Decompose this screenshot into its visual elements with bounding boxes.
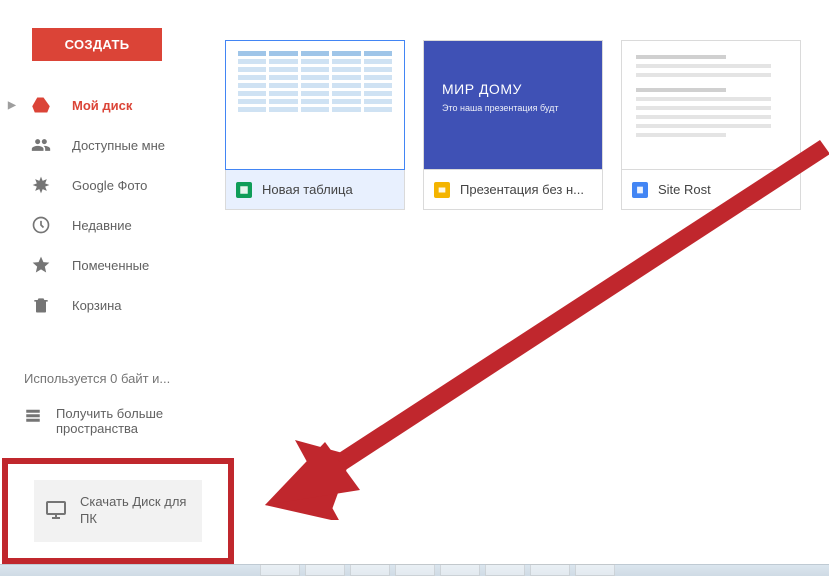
caret-right-icon: ▶	[8, 100, 16, 111]
slide-subtitle: Это наша презентация будт	[442, 103, 584, 113]
annotation-highlight-box: Скачать Диск для ПК	[2, 458, 234, 564]
photos-icon	[30, 174, 52, 196]
download-drive-button[interactable]: Скачать Диск для ПК	[34, 480, 202, 542]
sidebar-item-starred[interactable]: Помеченные	[0, 245, 220, 285]
get-more-storage-link[interactable]: Получить больше пространства	[24, 406, 202, 436]
nav-label: Недавние	[72, 218, 132, 233]
shared-icon	[30, 134, 52, 156]
trash-icon	[30, 294, 52, 316]
file-card-presentation[interactable]: МИР ДОМУ Это наша презентация будт Презе…	[423, 40, 603, 210]
file-card-site-rost[interactable]: Site Rost	[621, 40, 801, 210]
drive-icon	[30, 94, 52, 116]
nav-label: Корзина	[72, 298, 122, 313]
download-label: Скачать Диск для ПК	[80, 494, 192, 528]
storage-icon	[24, 406, 42, 427]
storage-usage-text: Используется 0 байт и...	[24, 371, 202, 386]
slide-title: МИР ДОМУ	[442, 81, 584, 97]
taskbar[interactable]	[0, 564, 829, 576]
sidebar-item-photos[interactable]: Google Фото	[0, 165, 220, 205]
desktop-icon	[44, 498, 68, 525]
file-card-new-sheet[interactable]: Новая таблица	[225, 40, 405, 210]
sheets-icon	[236, 182, 252, 198]
nav-label: Доступные мне	[72, 138, 165, 153]
slides-icon	[434, 182, 450, 198]
file-thumbnail	[621, 40, 801, 170]
sidebar-item-shared[interactable]: Доступные мне	[0, 125, 220, 165]
file-thumbnail	[225, 40, 405, 170]
nav-label: Google Фото	[72, 178, 147, 193]
nav-label: Мой диск	[72, 98, 132, 113]
sidebar-item-my-drive[interactable]: ▶ Мой диск	[0, 85, 220, 125]
get-more-label: Получить больше пространства	[56, 406, 202, 436]
file-label: Новая таблица	[262, 182, 353, 197]
file-label: Site Rost	[658, 182, 711, 197]
recent-icon	[30, 214, 52, 236]
file-label: Презентация без н...	[460, 182, 584, 197]
create-button[interactable]: СОЗДАТЬ	[32, 28, 162, 61]
docs-icon	[632, 182, 648, 198]
star-icon	[30, 254, 52, 276]
sidebar-item-recent[interactable]: Недавние	[0, 205, 220, 245]
file-thumbnail: МИР ДОМУ Это наша презентация будт	[423, 40, 603, 170]
sidebar-item-trash[interactable]: Корзина	[0, 285, 220, 325]
nav-label: Помеченные	[72, 258, 149, 273]
